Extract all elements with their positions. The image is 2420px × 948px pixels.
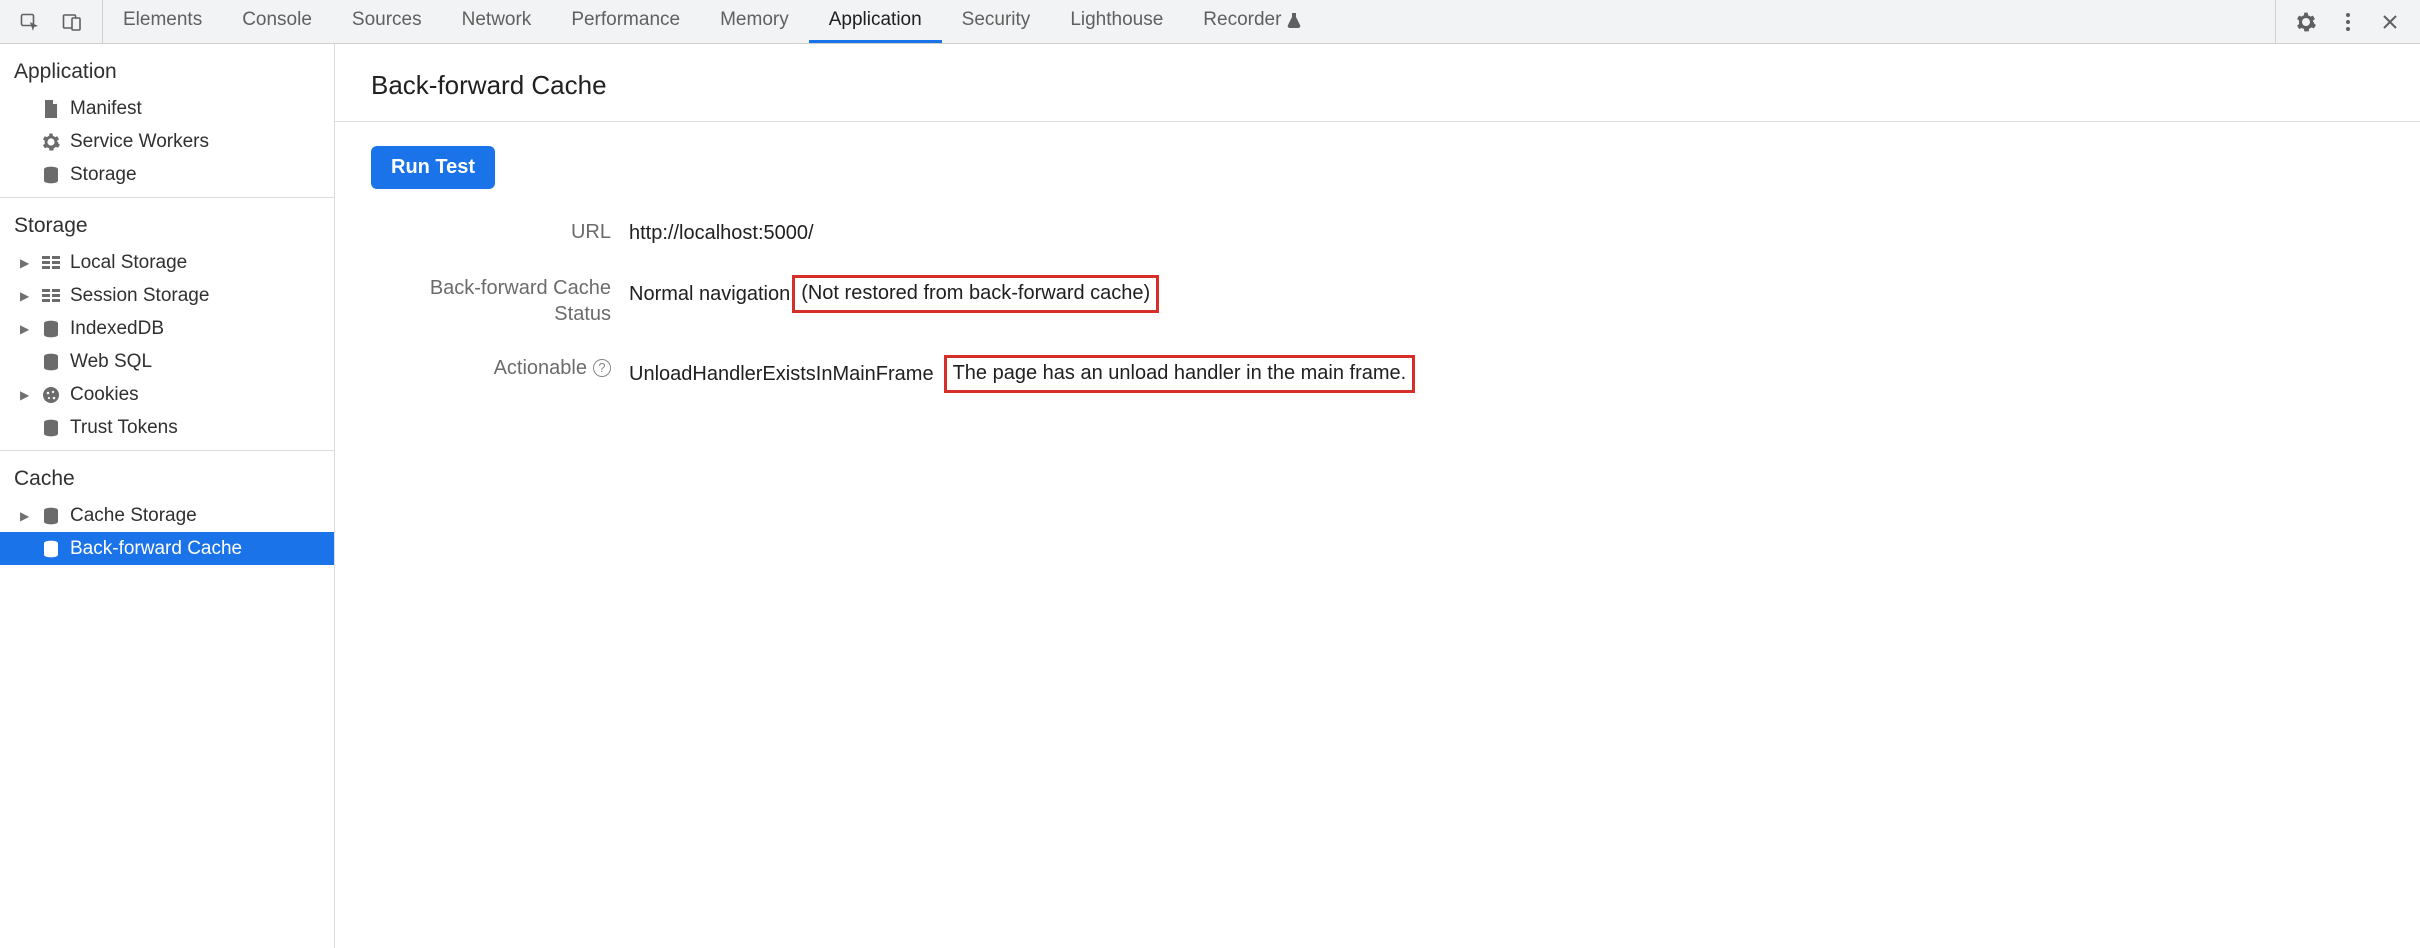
tree-item-label: Cookies	[70, 384, 139, 406]
actionable-message-highlight: The page has an unload handler in the ma…	[944, 355, 1416, 393]
tab-label: Sources	[352, 9, 422, 31]
actionable-message: The page has an unload handler in the ma…	[953, 362, 1407, 384]
tab-label: Console	[242, 9, 312, 31]
tree-item-label: IndexedDB	[70, 318, 164, 340]
device-toolbar-icon[interactable]	[58, 8, 86, 36]
row-label: URL	[371, 219, 611, 245]
sidebar-item-session-storage[interactable]: ▶ Session Storage	[0, 279, 334, 312]
status-note: (Not restored from back-forward cache)	[801, 282, 1150, 304]
row-value: Normal navigation (Not restored from bac…	[629, 275, 2384, 313]
url-value: http://localhost:5000/	[629, 219, 814, 247]
run-test-button[interactable]: Run Test	[371, 146, 495, 189]
tree-item-label: Service Workers	[70, 131, 209, 153]
sidebar-item-indexeddb[interactable]: ▶ IndexedDB	[0, 312, 334, 345]
tab-console[interactable]: Console	[222, 0, 332, 43]
tab-label: Performance	[571, 9, 680, 31]
section-title: Application	[0, 44, 334, 92]
tabstrip-trailing	[2275, 0, 2420, 43]
sidebar-section-storage: Storage ▶ Local Storage ▶ Session Storag…	[0, 197, 334, 444]
tree-item-label: Trust Tokens	[70, 417, 178, 439]
database-icon	[40, 166, 62, 184]
sidebar-item-local-storage[interactable]: ▶ Local Storage	[0, 246, 334, 279]
inspect-element-icon[interactable]	[16, 8, 44, 36]
grid-icon	[40, 256, 62, 270]
tab-label: Recorder	[1203, 9, 1281, 31]
chevron-right-icon: ▶	[20, 289, 32, 303]
database-icon	[40, 507, 62, 525]
page-title: Back-forward Cache	[371, 70, 2384, 101]
tree-item-label: Local Storage	[70, 252, 187, 274]
actionable-label: Actionable	[494, 355, 587, 381]
tab-security[interactable]: Security	[942, 0, 1051, 43]
settings-icon[interactable]	[2292, 8, 2320, 36]
tab-label: Elements	[123, 9, 202, 31]
sidebar-item-trust-tokens[interactable]: Trust Tokens	[0, 411, 334, 444]
result-table: URL http://localhost:5000/ Back-forward …	[371, 219, 2384, 393]
row-url: URL http://localhost:5000/	[371, 219, 2384, 247]
more-icon[interactable]	[2334, 8, 2362, 36]
sidebar-section-cache: Cache ▶ Cache Storage Back-forward Cache	[0, 450, 334, 565]
chevron-right-icon: ▶	[20, 322, 32, 336]
tab-label: Application	[829, 9, 922, 31]
tab-elements[interactable]: Elements	[103, 0, 222, 43]
database-icon	[40, 419, 62, 437]
flask-icon	[1287, 12, 1301, 28]
gear-icon	[40, 133, 62, 151]
tree-item-label: Storage	[70, 164, 137, 186]
row-label: Back-forward Cache Status	[371, 275, 611, 327]
tree-item-label: Cache Storage	[70, 505, 197, 527]
close-icon[interactable]	[2376, 8, 2404, 36]
section-title: Cache	[0, 451, 334, 499]
database-icon	[40, 320, 62, 338]
chevron-right-icon: ▶	[20, 509, 32, 523]
row-label: Actionable ?	[371, 355, 611, 381]
tab-label: Lighthouse	[1070, 9, 1163, 31]
row-actionable: Actionable ? UnloadHandlerExistsInMainFr…	[371, 355, 2384, 393]
tab-sources[interactable]: Sources	[332, 0, 442, 43]
database-icon	[40, 540, 62, 558]
sidebar-item-cache-storage[interactable]: ▶ Cache Storage	[0, 499, 334, 532]
chevron-right-icon: ▶	[20, 256, 32, 270]
row-value: http://localhost:5000/	[629, 219, 2384, 247]
divider	[335, 121, 2420, 122]
tabstrip-leading	[0, 0, 103, 43]
tab-lighthouse[interactable]: Lighthouse	[1050, 0, 1183, 43]
sidebar-item-bfcache[interactable]: Back-forward Cache	[0, 532, 334, 565]
sidebar-item-service-workers[interactable]: Service Workers	[0, 125, 334, 158]
section-title: Storage	[0, 198, 334, 246]
tab-application[interactable]: Application	[809, 0, 942, 43]
chevron-right-icon: ▶	[20, 388, 32, 402]
sidebar-item-storage[interactable]: Storage	[0, 158, 334, 191]
sidebar-item-websql[interactable]: Web SQL	[0, 345, 334, 378]
sidebar-item-manifest[interactable]: Manifest	[0, 92, 334, 125]
tab-network[interactable]: Network	[442, 0, 552, 43]
tree-item-label: Web SQL	[70, 351, 152, 373]
status-main: Normal navigation	[629, 280, 790, 308]
tab-performance[interactable]: Performance	[551, 0, 700, 43]
row-status: Back-forward Cache Status Normal navigat…	[371, 275, 2384, 327]
tab-label: Security	[962, 9, 1031, 31]
main-panel: Back-forward Cache Run Test URL http://l…	[335, 44, 2420, 948]
sidebar-item-cookies[interactable]: ▶ Cookies	[0, 378, 334, 411]
panel-tabs: Elements Console Sources Network Perform…	[103, 0, 1321, 43]
tree-item-label: Manifest	[70, 98, 142, 120]
help-icon[interactable]: ?	[593, 359, 611, 377]
application-sidebar: Application Manifest Service Workers	[0, 44, 335, 948]
devtools-tabstrip: Elements Console Sources Network Perform…	[0, 0, 2420, 44]
sidebar-section-application: Application Manifest Service Workers	[0, 44, 334, 191]
database-icon	[40, 353, 62, 371]
document-icon	[40, 100, 62, 118]
tab-label: Memory	[720, 9, 789, 31]
grid-icon	[40, 289, 62, 303]
tab-label: Network	[462, 9, 532, 31]
cookie-icon	[40, 386, 62, 404]
tree-item-label: Session Storage	[70, 285, 209, 307]
actionable-code: UnloadHandlerExistsInMainFrame	[629, 360, 934, 388]
tab-memory[interactable]: Memory	[700, 0, 809, 43]
row-value: UnloadHandlerExistsInMainFrame The page …	[629, 355, 2384, 393]
tree-item-label: Back-forward Cache	[70, 538, 242, 560]
tab-recorder[interactable]: Recorder	[1183, 0, 1321, 43]
status-note-highlight: (Not restored from back-forward cache)	[792, 275, 1159, 313]
